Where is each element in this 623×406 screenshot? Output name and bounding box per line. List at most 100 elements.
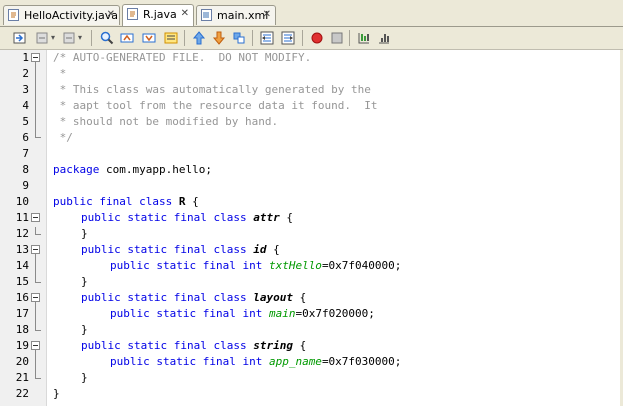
line-number: 13	[15, 243, 29, 256]
keyword: public static final class	[81, 243, 247, 256]
fold-guide	[35, 302, 36, 323]
find-next-icon[interactable]	[141, 30, 157, 46]
code-line-close-brace: }	[81, 323, 88, 336]
forward-icon[interactable]	[61, 30, 77, 46]
code-editor[interactable]: 1 2 3 4 5 6 7 8 9 10 11 12 13 14 15 16 1…	[0, 50, 623, 406]
class-name: layout	[253, 291, 293, 304]
toolbar-separator	[349, 30, 350, 46]
close-icon[interactable]: ✕	[107, 9, 115, 20]
fold-end-icon	[35, 130, 41, 138]
java-file-icon	[8, 9, 19, 21]
field-name: app_name	[268, 355, 322, 368]
code-line-comment: * aapt tool from the resource data it fo…	[53, 99, 378, 112]
shift-right-icon[interactable]	[280, 30, 296, 46]
package-name: com.myapp.hello;	[99, 163, 212, 176]
editor-tab-bar: HelloActivity.java ✕ R.java ✕ main.xml ✕	[0, 0, 623, 27]
keyword: package	[53, 163, 100, 176]
line-number: 3	[22, 83, 29, 96]
code-line-inner-class: public static final class id {	[81, 243, 280, 256]
line-number: 15	[15, 275, 29, 288]
toolbar-separator	[302, 30, 303, 46]
stop-macro-icon[interactable]	[329, 30, 345, 46]
toggle-highlight-icon[interactable]	[163, 30, 179, 46]
class-name: id	[253, 243, 267, 256]
keyword: public static final int	[110, 355, 263, 368]
line-number: 19	[15, 339, 29, 352]
tab-helloactivity-java[interactable]: HelloActivity.java ✕	[3, 5, 120, 25]
tab-label: main.xml	[217, 9, 269, 22]
code-line-close-brace: }	[81, 275, 88, 288]
fold-toggle-icon[interactable]	[31, 245, 40, 254]
fold-end-icon	[35, 227, 41, 235]
last-edit-icon[interactable]	[12, 30, 28, 46]
close-icon[interactable]: ✕	[263, 9, 271, 20]
code-line-package: package com.myapp.hello;	[53, 163, 212, 176]
keyword: public static final class	[81, 211, 247, 224]
brace: {	[279, 211, 293, 224]
toolbar-separator	[91, 30, 92, 46]
code-line-inner-class: public static final class layout {	[81, 291, 306, 304]
code-line-inner-class: public static final class attr {	[81, 211, 293, 224]
code-line-inner-class: public static final class string {	[81, 339, 306, 352]
tab-label: HelloActivity.java	[24, 9, 118, 22]
tab-r-java[interactable]: R.java ✕	[122, 4, 194, 26]
tab-label: R.java	[143, 8, 177, 21]
keyword: public final class	[53, 195, 173, 208]
fold-toggle-icon[interactable]	[31, 213, 40, 222]
tab-main-xml[interactable]: main.xml ✕	[196, 5, 276, 25]
fold-guide	[35, 350, 36, 371]
brace: {	[292, 291, 307, 304]
field-name: txtHello	[268, 259, 322, 272]
comment-icon[interactable]	[356, 30, 372, 46]
code-line-comment: * should not be modified by hand.	[53, 115, 279, 128]
shift-left-icon[interactable]	[259, 30, 275, 46]
toggle-bookmark-icon[interactable]	[231, 30, 247, 46]
line-number: 8	[22, 163, 29, 176]
line-number: 7	[22, 147, 29, 160]
line-number: 5	[22, 115, 29, 128]
code-line-field: public static final int txtHello=0x7f040…	[110, 259, 401, 272]
line-number: 1	[22, 51, 29, 64]
fold-guide	[35, 254, 36, 275]
line-number: 14	[15, 259, 29, 272]
fold-end-icon	[35, 323, 41, 331]
start-macro-icon[interactable]	[309, 30, 325, 46]
line-number: 6	[22, 131, 29, 144]
fold-toggle-icon[interactable]	[31, 53, 40, 62]
find-selection-icon[interactable]	[99, 30, 115, 46]
line-number-gutter: 1 2 3 4 5 6 7 8 9 10 11 12 13 14 15 16 1…	[0, 50, 47, 406]
back-icon[interactable]	[34, 30, 50, 46]
line-number: 21	[15, 371, 29, 384]
class-name: attr	[253, 211, 280, 224]
next-bookmark-icon[interactable]	[211, 30, 227, 46]
line-number: 4	[22, 99, 29, 112]
toolbar-separator	[252, 30, 253, 46]
keyword: public static final int	[110, 259, 263, 272]
fold-guide	[35, 62, 36, 130]
keyword: public static final int	[110, 307, 263, 320]
fold-end-icon	[35, 275, 41, 283]
find-previous-icon[interactable]	[119, 30, 135, 46]
class-name: string	[253, 339, 293, 352]
code-line-class-decl: public final class R {	[53, 195, 199, 208]
uncomment-icon[interactable]	[376, 30, 392, 46]
code-line-field: public static final int main=0x7f020000;	[110, 307, 375, 320]
field-value: =0x7f030000;	[321, 355, 402, 368]
code-line-comment: *	[53, 67, 67, 80]
editor-toolbar: ▾ ▾	[0, 27, 623, 50]
fold-toggle-icon[interactable]	[31, 341, 40, 350]
code-line-comment: /* AUTO-GENERATED FILE. DO NOT MODIFY.	[53, 51, 312, 64]
line-number: 12	[15, 227, 29, 240]
field-value: =0x7f020000;	[295, 307, 375, 320]
fold-toggle-icon[interactable]	[31, 293, 40, 302]
previous-bookmark-icon[interactable]	[191, 30, 207, 46]
line-number: 2	[22, 67, 29, 80]
chevron-down-icon[interactable]: ▾	[51, 33, 55, 42]
line-number: 22	[15, 387, 29, 400]
code-line-close-brace: }	[81, 227, 88, 240]
chevron-down-icon[interactable]: ▾	[78, 33, 82, 42]
line-number: 20	[15, 355, 29, 368]
line-number: 18	[15, 323, 29, 336]
code-line-comment: */	[53, 131, 73, 144]
close-icon[interactable]: ✕	[181, 8, 189, 19]
